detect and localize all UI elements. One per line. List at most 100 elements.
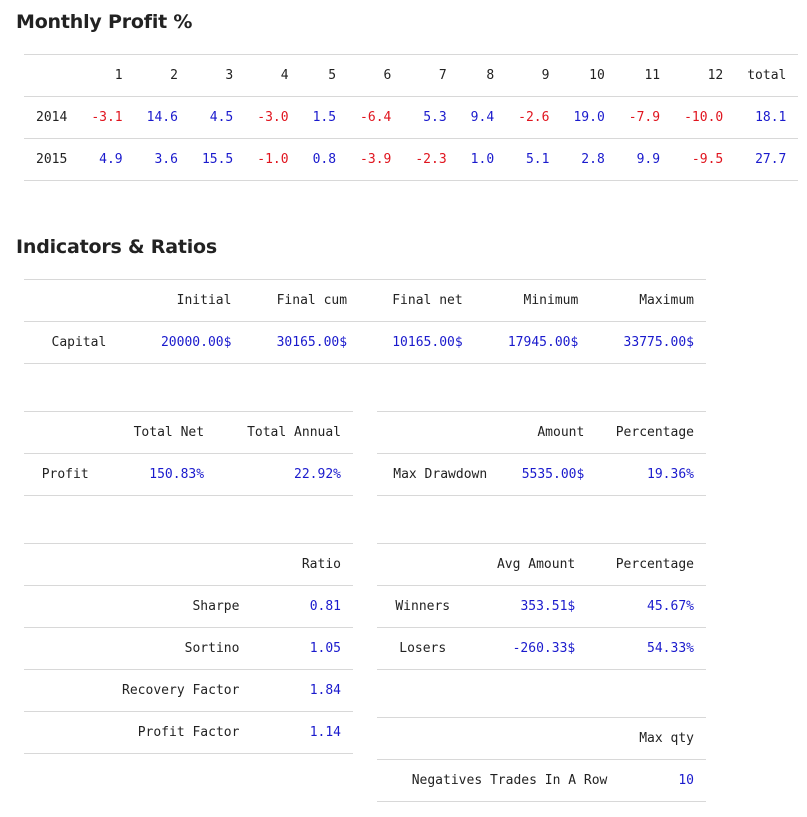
ratio-label: Recovery Factor <box>122 683 240 698</box>
drawdown-corner <box>377 412 503 454</box>
month-value: -7.9 <box>628 110 661 125</box>
table-row: 2015 4.9 3.6 15.5 -1.0 0.8 -3.9 -2.3 1.0… <box>24 139 799 181</box>
year-column-header <box>24 55 79 97</box>
drawdown-header-row: Amount Percentage <box>377 411 706 454</box>
table-row: Capital 20000.00$ 30165.00$ 10165.00$ 17… <box>24 322 706 364</box>
capital-header: Final cum <box>276 293 348 308</box>
capital-label: Capital <box>51 335 107 350</box>
month-header: 4 <box>280 68 289 83</box>
month-value: -2.6 <box>518 110 550 125</box>
table-row: Profit 150.83% 22.92% <box>24 454 353 496</box>
negatives-label: Negatives Trades In A Row <box>411 773 608 788</box>
month-header: 3 <box>225 68 234 83</box>
table-row: Negatives Trades In A Row 10 <box>377 760 706 802</box>
table-row: Profit Factor 1.14 <box>24 712 353 754</box>
capital-value: 10165.00$ <box>392 335 463 350</box>
ratio-corner <box>24 544 251 586</box>
profit-header: Total Net <box>133 425 205 440</box>
month-value: 15.5 <box>201 152 234 167</box>
monthly-profit-table: 1 2 3 4 5 6 7 8 9 10 11 12 total 2014 -3… <box>24 54 799 181</box>
indicators-title: Indicators & Ratios <box>16 236 218 258</box>
year-label: 2015 <box>36 152 68 167</box>
table-row: Max Drawdown 5535.00$ 19.36% <box>377 454 706 496</box>
monthly-profit-title: Monthly Profit % <box>16 11 193 33</box>
drawdown-value: 19.36% <box>647 467 694 482</box>
profit-label: Profit <box>41 467 89 482</box>
month-header: 6 <box>383 68 392 83</box>
month-header: 1 <box>114 68 123 83</box>
negatives-header-row: Max qty <box>377 717 706 760</box>
month-header: 2 <box>170 68 178 83</box>
trades-header-row: Avg Amount Percentage <box>377 543 706 586</box>
profit-header-row: Total Net Total Annual <box>24 411 353 454</box>
negatives-corner <box>377 718 624 760</box>
ratio-table: Ratio Sharpe 0.81 Sortino 1.05 Recovery … <box>24 543 353 754</box>
month-value: -1.0 <box>257 152 289 167</box>
trades-table: Avg Amount Percentage Winners 353.51$ 45… <box>377 543 706 670</box>
ratio-value: 1.05 <box>309 641 341 656</box>
month-value: 9.4 <box>470 110 495 125</box>
month-value: -3.0 <box>257 110 289 125</box>
ratio-label: Sharpe <box>192 599 240 614</box>
profit-header: Total Annual <box>247 425 341 440</box>
month-value: -3.9 <box>360 152 392 167</box>
ratio-value: 1.84 <box>309 683 341 698</box>
month-header: 9 <box>541 68 550 83</box>
trades-header: Percentage <box>615 557 694 572</box>
table-row: Sharpe 0.81 <box>24 586 353 628</box>
month-value: 2.8 <box>581 152 605 167</box>
trades-amount: -260.33$ <box>512 641 576 656</box>
ratio-value: 0.81 <box>309 599 341 614</box>
negatives-header: Max qty <box>639 731 694 746</box>
month-header: 12 <box>707 68 724 83</box>
month-value: 14.6 <box>146 110 178 125</box>
month-value: 3.6 <box>154 152 178 167</box>
total-value: 27.7 <box>755 152 787 167</box>
table-row: Sortino 1.05 <box>24 628 353 670</box>
table-row: 2014 -3.1 14.6 4.5 -3.0 1.5 -6.4 5.3 9.4… <box>24 97 799 139</box>
capital-header: Initial <box>176 293 232 308</box>
monthly-header-row: 1 2 3 4 5 6 7 8 9 10 11 12 total <box>24 54 799 97</box>
capital-value: 33775.00$ <box>623 335 694 350</box>
trades-amount: 353.51$ <box>520 599 576 614</box>
month-value: 5.1 <box>525 152 550 167</box>
month-header: 11 <box>644 68 661 83</box>
drawdown-table: Amount Percentage Max Drawdown 5535.00$ … <box>377 411 706 496</box>
ratio-header-row: Ratio <box>24 543 353 586</box>
drawdown-header: Amount <box>537 425 585 440</box>
trades-label: Winners <box>395 599 451 614</box>
capital-value: 20000.00$ <box>160 335 232 350</box>
month-value: 4.5 <box>209 110 234 125</box>
total-value: 18.1 <box>755 110 787 125</box>
month-value: 1.5 <box>312 110 337 125</box>
table-row: Recovery Factor 1.84 <box>24 670 353 712</box>
capital-value: 17945.00$ <box>507 335 579 350</box>
month-header: 8 <box>486 68 495 83</box>
month-header: 10 <box>589 68 605 83</box>
month-value: 19.0 <box>573 110 605 125</box>
ratio-value: 1.14 <box>309 725 341 740</box>
month-header: 5 <box>328 68 337 83</box>
capital-corner <box>24 280 128 322</box>
month-value: -3.1 <box>91 110 123 125</box>
capital-value: 30165.00$ <box>276 335 348 350</box>
month-value: -9.5 <box>691 152 724 167</box>
ratio-label: Sortino <box>184 641 240 656</box>
trades-corner <box>377 544 468 586</box>
drawdown-value: 5535.00$ <box>521 467 585 482</box>
capital-header-row: Initial Final cum Final net Minimum Maxi… <box>24 279 706 322</box>
trades-percentage: 45.67% <box>647 599 694 614</box>
ratio-label: Profit Factor <box>137 725 240 740</box>
profit-value: 150.83% <box>149 467 205 482</box>
month-value: 1.0 <box>470 152 495 167</box>
capital-header: Minimum <box>523 293 579 308</box>
month-value: 0.8 <box>312 152 337 167</box>
month-value: -2.3 <box>415 152 447 167</box>
table-row: Winners 353.51$ 45.67% <box>377 586 706 628</box>
trades-percentage: 54.33% <box>647 641 694 656</box>
month-value: -6.4 <box>360 110 392 125</box>
trades-header: Avg Amount <box>496 557 576 572</box>
ratio-header: Ratio <box>301 557 341 572</box>
month-header: 7 <box>438 68 447 83</box>
profit-corner <box>24 412 106 454</box>
